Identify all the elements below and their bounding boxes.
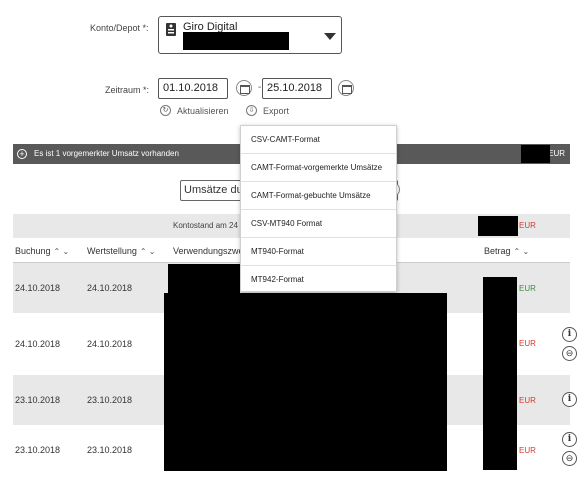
plus-icon[interactable]: + (17, 149, 27, 159)
redacted-amounts (483, 277, 517, 470)
menu-item-csv-camt[interactable]: CSV-CAMT-Format (241, 126, 396, 154)
redacted-purpose (164, 293, 447, 471)
column-label-betrag: Betrag (484, 246, 511, 256)
export-icon[interactable]: ⇩ (246, 105, 257, 116)
menu-item-csv-mt940[interactable]: CSV-MT940 Format (241, 210, 396, 238)
amount-currency: EUR (519, 284, 536, 293)
menu-item-mt942[interactable]: MT942-Format (241, 266, 396, 294)
buchung-date: 23.10.2018 (15, 395, 61, 405)
kontostand-currency: EUR (519, 221, 536, 230)
date-to-input[interactable]: 25.10.2018 (262, 78, 332, 99)
column-header-verwendungszweck[interactable]: Verwendungszwe (173, 246, 244, 256)
column-header-wertstellung[interactable]: Wertstellung ⌃ ⌄ (87, 246, 156, 256)
menu-item-camt-vorgemerkt[interactable]: CAMT-Format-vorgemerkte Umsätze (241, 154, 396, 182)
sort-icon[interactable]: ⌃ ⌄ (140, 247, 156, 256)
wertstellung-date: 23.10.2018 (87, 445, 133, 455)
redacted-amount (521, 145, 550, 163)
refresh-icon[interactable]: ↻ (160, 105, 171, 116)
export-dropdown-menu: CSV-CAMT-Format CAMT-Format-vorgemerkte … (240, 125, 397, 292)
calendar-to-icon[interactable] (338, 80, 354, 96)
wertstellung-date: 23.10.2018 (87, 395, 133, 405)
kontostand-label: Kontostand am 24 (173, 221, 238, 230)
refresh-link[interactable]: Aktualisieren (177, 106, 229, 116)
column-label-buchung: Buchung (15, 246, 51, 256)
amount-currency: EUR (519, 396, 536, 405)
amount-currency: EUR (519, 446, 536, 455)
sort-icon[interactable]: ⌃ ⌄ (54, 247, 70, 256)
wertstellung-date: 24.10.2018 (87, 283, 133, 293)
storno-icon[interactable]: ⊖ (562, 346, 577, 361)
redacted-iban (183, 32, 289, 50)
sparkasse-logo-icon (166, 23, 176, 36)
menu-item-camt-gebucht[interactable]: CAMT-Format-gebuchte Umsätze (241, 182, 396, 210)
buchung-date: 24.10.2018 (15, 283, 61, 293)
info-icon[interactable]: i (562, 432, 577, 447)
amount-currency: EUR (519, 339, 536, 348)
sort-icon[interactable]: ⌃ ⌄ (514, 247, 530, 256)
buchung-date: 24.10.2018 (15, 339, 61, 349)
info-icon[interactable]: i (562, 392, 577, 407)
column-header-buchung[interactable]: Buchung ⌃ ⌄ (15, 246, 69, 256)
redacted-purpose (168, 264, 240, 294)
calendar-from-icon[interactable] (236, 80, 252, 96)
banner-text: Es ist 1 vorgemerkter Umsatz vorhanden (34, 149, 179, 158)
info-icon[interactable]: i (562, 327, 577, 342)
konto-label: Konto/Depot *: (90, 23, 149, 33)
storno-icon[interactable]: ⊖ (562, 451, 577, 466)
zeitraum-label: Zeitraum *: (105, 85, 150, 95)
menu-item-mt940[interactable]: MT940-Format (241, 238, 396, 266)
redacted-balance (478, 216, 518, 236)
column-header-betrag[interactable]: Betrag ⌃ ⌄ (484, 246, 529, 256)
banner-currency: EUR (548, 149, 565, 158)
column-label-wertstellung: Wertstellung (87, 246, 137, 256)
wertstellung-date: 24.10.2018 (87, 339, 133, 349)
date-from-input[interactable]: 01.10.2018 (158, 78, 228, 99)
chevron-down-icon[interactable] (324, 33, 336, 40)
export-link[interactable]: Export (263, 106, 289, 116)
buchung-date: 23.10.2018 (15, 445, 61, 455)
date-separator: - (258, 82, 262, 93)
